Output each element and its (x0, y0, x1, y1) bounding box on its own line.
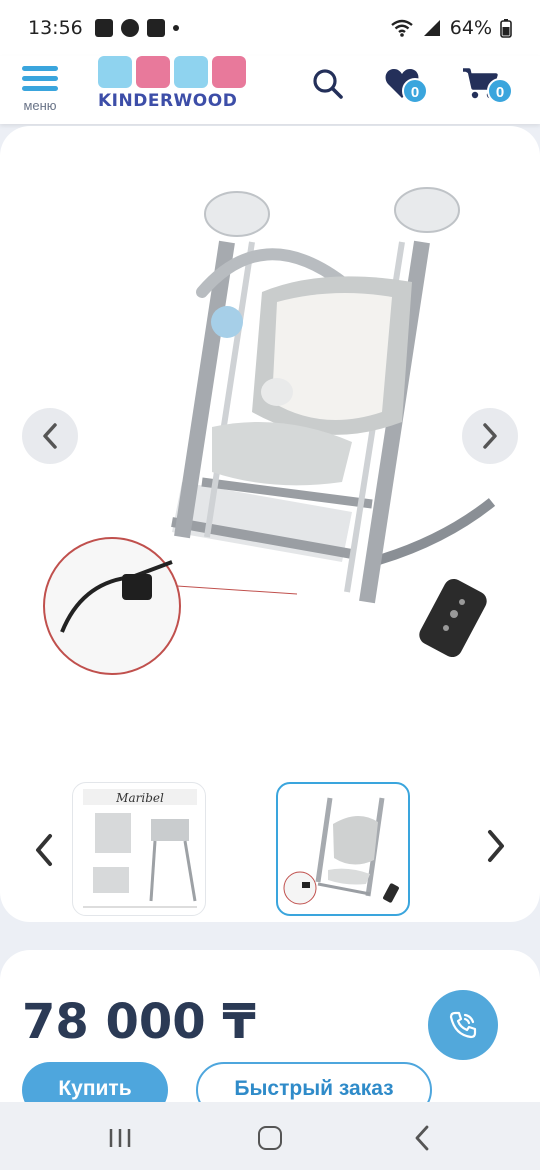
thumbnail-1[interactable]: Maribel (72, 782, 206, 916)
cart-count-badge: 0 (487, 78, 513, 104)
call-button[interactable] (428, 990, 498, 1060)
logo-text: KINDERWOOD (98, 91, 238, 111)
thumbnail-2-selected[interactable] (276, 782, 410, 916)
product-price: 78 000 ₸ (22, 994, 256, 1050)
gallery-next-button[interactable] (462, 408, 518, 464)
logo-tile-baby-face-icon (98, 56, 132, 88)
thumbnail-2-image (283, 797, 399, 905)
thumbnails-next-chevron-icon[interactable] (480, 826, 512, 866)
phone-call-icon (449, 1011, 477, 1039)
product-main-image[interactable] (22, 182, 518, 676)
kinderwood-logo[interactable]: KINDERWOOD (98, 56, 246, 116)
home-icon[interactable] (258, 1126, 282, 1150)
menu-label: меню (23, 98, 57, 113)
thumbnails-prev-chevron-icon[interactable] (28, 830, 60, 870)
logo-tile-baby-icon (174, 56, 208, 88)
chevron-left-icon (43, 423, 57, 449)
chevron-right-icon (483, 423, 497, 449)
notification-icons (94, 19, 179, 37)
recent-apps-icon[interactable] (108, 1128, 132, 1148)
thumbnail-brand-text: Maribel (115, 791, 164, 805)
gallery-notification-icon (94, 19, 113, 37)
menu-bar-icon (22, 86, 58, 91)
search-icon[interactable] (312, 68, 344, 100)
status-bar: 13:56 64% (0, 0, 540, 56)
youtube-notification-icon (146, 19, 165, 37)
status-time: 13:56 (28, 17, 83, 39)
site-header: меню KINDERWOOD (0, 56, 540, 124)
logo-tiles (98, 56, 246, 88)
back-icon[interactable] (412, 1124, 432, 1152)
more-notifications-dot-icon (172, 25, 179, 31)
logo-tile-stroller-icon (212, 56, 246, 88)
system-status: 64% (390, 17, 512, 39)
product-gallery: Maribel (0, 126, 540, 922)
android-navigation-bar (0, 1102, 540, 1170)
signal-icon (423, 20, 440, 36)
gallery-prev-button[interactable] (22, 408, 78, 464)
menu-bar-icon (22, 76, 58, 81)
logo-tile-bear-icon (136, 56, 170, 88)
battery-icon (500, 19, 512, 38)
thumbnail-1-image: Maribel (83, 789, 197, 908)
battery-percent: 64% (449, 17, 492, 39)
menu-button[interactable]: меню (20, 62, 60, 114)
menu-bar-icon (22, 66, 58, 71)
favorites-count-badge: 0 (402, 78, 428, 104)
app-notification-icon (120, 19, 139, 37)
wifi-icon (391, 19, 413, 37)
